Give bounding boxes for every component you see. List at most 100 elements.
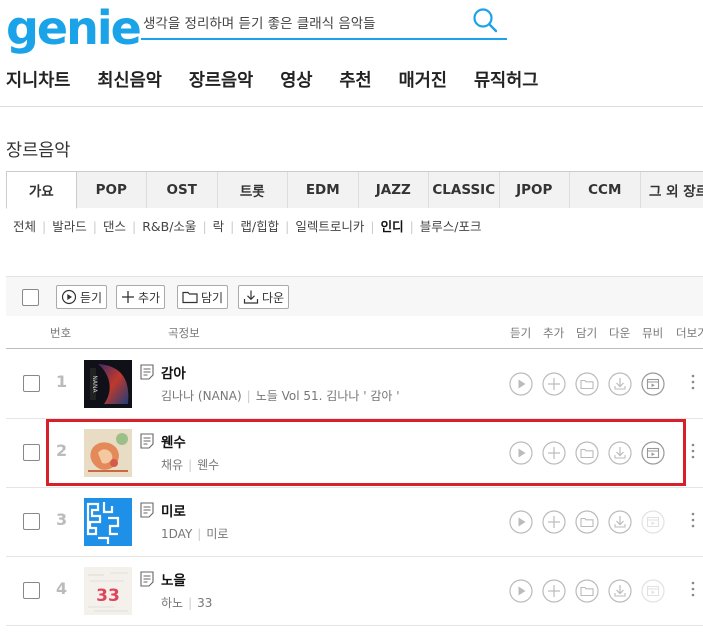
music-video-icon-disabled <box>641 510 665 534</box>
add-icon[interactable] <box>542 510 566 534</box>
download-icon[interactable] <box>608 372 632 396</box>
tab-classic[interactable]: CLASSIC <box>429 172 500 208</box>
play-icon[interactable] <box>509 510 533 534</box>
folder-icon[interactable] <box>575 510 599 534</box>
nav-divider <box>0 106 703 107</box>
song-meta: 채유 | 웬수 <box>161 456 219 473</box>
song-artist[interactable]: 채유 <box>161 458 183 472</box>
more-options-icon[interactable] <box>690 372 696 392</box>
download-selected-button[interactable]: 다운 <box>238 285 290 309</box>
search-icon[interactable] <box>471 6 499 34</box>
column-header: 번호 곡정보 듣기 추가 담기 다운 뮤비 더보기 <box>6 317 703 349</box>
folder-icon[interactable] <box>575 579 599 603</box>
tab-pop[interactable]: POP <box>76 172 147 208</box>
album-cover[interactable]: NANA <box>84 360 132 408</box>
add-icon[interactable] <box>542 441 566 465</box>
folder-icon[interactable] <box>575 372 599 396</box>
subgenre-ballad[interactable]: 발라드 <box>52 218 87 236</box>
divider: | <box>197 527 202 541</box>
song-album[interactable]: 미로 <box>206 527 228 541</box>
search-input[interactable] <box>141 8 461 36</box>
album-cover[interactable] <box>84 429 132 477</box>
subgenre-blues-folk[interactable]: 블루스/포크 <box>420 218 482 236</box>
lyrics-icon[interactable] <box>140 502 154 518</box>
main-nav: 지니차트 최신음악 장르음악 영상 추천 매거진 뮤직허그 <box>6 66 565 96</box>
add-icon[interactable] <box>542 579 566 603</box>
divider: | <box>230 219 235 234</box>
list-toolbar: 듣기 추가 담기 다운 <box>6 276 703 316</box>
divider: | <box>409 219 414 234</box>
tab-jpop[interactable]: JPOP <box>499 172 570 208</box>
subgenre-electronica[interactable]: 일렉트로니카 <box>295 218 364 236</box>
album-cover[interactable]: 33 <box>84 567 132 615</box>
song-artist[interactable]: 하노 <box>161 596 183 610</box>
play-icon <box>61 289 77 305</box>
subgenre-rnb[interactable]: R&B/소울 <box>142 218 196 236</box>
subgenre-dance[interactable]: 댄스 <box>103 218 126 236</box>
svg-text:33: 33 <box>96 586 120 606</box>
album-cover[interactable] <box>84 498 132 546</box>
play-selected-button[interactable]: 듣기 <box>56 285 108 309</box>
song-title[interactable]: 감아 <box>161 362 186 382</box>
play-icon[interactable] <box>509 579 533 603</box>
nav-item-recommend[interactable]: 추천 <box>339 66 371 96</box>
subgenre-nav: 전체 | 발라드 | 댄스 | R&B/소울 | 락 | 랩/힙합 | 일렉트로니카 | 인디… <box>13 218 482 236</box>
subgenre-indie[interactable]: 인디 <box>381 218 404 236</box>
nav-item-video[interactable]: 영상 <box>280 66 312 96</box>
tab-kpop[interactable]: 가요 <box>6 172 77 209</box>
tab-edm[interactable]: EDM <box>288 172 359 208</box>
select-all-checkbox[interactable] <box>22 289 39 306</box>
tab-trot[interactable]: 트롯 <box>217 172 288 208</box>
download-icon[interactable] <box>608 510 632 534</box>
add-selected-button[interactable]: 추가 <box>116 285 166 309</box>
nav-item-latest[interactable]: 최신음악 <box>97 66 161 96</box>
download-icon <box>243 290 259 304</box>
song-title[interactable]: 미로 <box>161 500 186 520</box>
save-selected-button[interactable]: 담기 <box>177 285 229 309</box>
download-label: 다운 <box>262 290 285 305</box>
music-video-icon[interactable] <box>641 441 665 465</box>
lyrics-icon[interactable] <box>140 571 154 587</box>
add-label: 추가 <box>138 290 161 305</box>
tab-other-genres[interactable]: 그 외 장르 <box>640 172 703 208</box>
song-checkbox[interactable] <box>23 513 40 530</box>
more-options-icon[interactable] <box>690 510 696 530</box>
more-options-icon[interactable] <box>690 579 696 599</box>
song-row: 3 미로 1DAY | 미로 <box>6 488 703 557</box>
download-icon[interactable] <box>608 441 632 465</box>
download-icon[interactable] <box>608 579 632 603</box>
nav-item-chart[interactable]: 지니차트 <box>6 66 70 96</box>
folder-icon[interactable] <box>575 441 599 465</box>
song-album[interactable]: 33 <box>197 596 212 610</box>
play-icon[interactable] <box>509 372 533 396</box>
tab-jazz[interactable]: JAZZ <box>358 172 429 208</box>
subgenre-rock[interactable]: 락 <box>213 218 225 236</box>
song-title[interactable]: 웬수 <box>161 431 186 451</box>
col-listen: 듣기 <box>510 326 532 340</box>
song-title[interactable]: 노을 <box>161 569 186 589</box>
nav-item-musichug[interactable]: 뮤직허그 <box>474 66 538 96</box>
song-album[interactable]: 웬수 <box>197 458 219 472</box>
play-label: 듣기 <box>80 290 103 305</box>
nav-item-magazine[interactable]: 매거진 <box>399 66 447 96</box>
tab-ost[interactable]: OST <box>147 172 218 208</box>
more-options-icon[interactable] <box>690 441 696 461</box>
add-icon[interactable] <box>542 372 566 396</box>
song-artist[interactable]: 1DAY <box>161 527 192 541</box>
divider: | <box>370 219 375 234</box>
music-video-icon[interactable] <box>641 372 665 396</box>
song-artist[interactable]: 김나나 (NANA) <box>161 389 242 403</box>
song-checkbox[interactable] <box>23 444 40 461</box>
tab-ccm[interactable]: CCM <box>570 172 641 208</box>
lyrics-icon[interactable] <box>140 364 154 380</box>
song-checkbox[interactable] <box>23 582 40 599</box>
play-icon[interactable] <box>509 441 533 465</box>
lyrics-icon[interactable] <box>140 433 154 449</box>
nav-item-genre[interactable]: 장르음악 <box>189 66 253 96</box>
subgenre-hiphop[interactable]: 랩/힙합 <box>240 218 279 236</box>
col-add: 추가 <box>543 326 565 340</box>
genie-logo[interactable]: genie <box>6 2 142 54</box>
subgenre-all[interactable]: 전체 <box>13 218 36 236</box>
song-checkbox[interactable] <box>23 375 40 392</box>
song-album[interactable]: 노들 Vol 51. 김나나 ' 감아 ' <box>256 389 400 403</box>
